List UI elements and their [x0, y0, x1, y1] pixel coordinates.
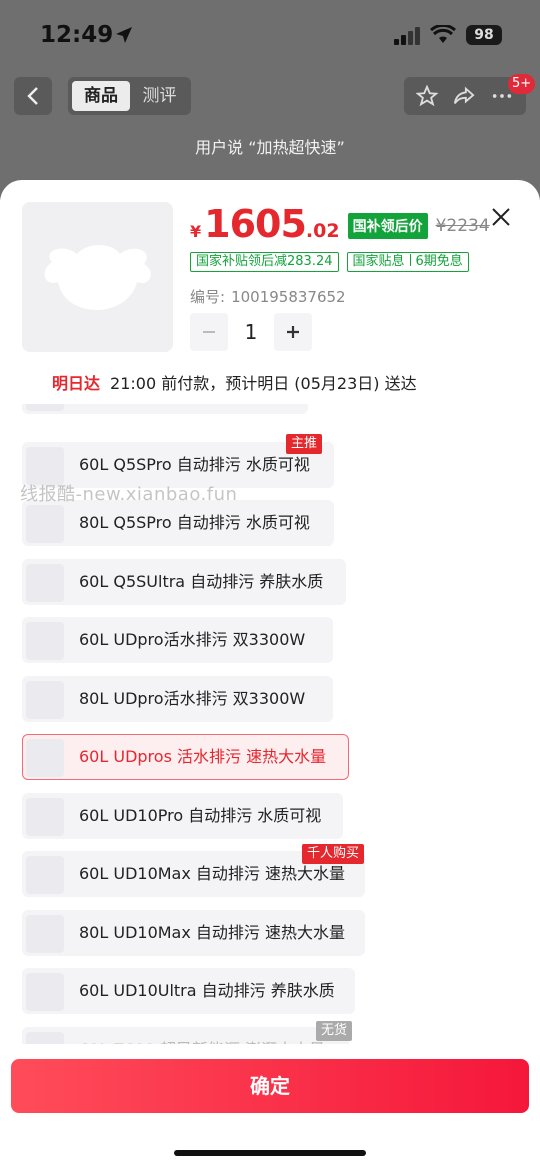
option-label: 60L UD10Pro 自动排污 水质可视: [79, 806, 322, 825]
tab-product[interactable]: 商品: [72, 81, 130, 111]
promo-interest-a: 国家贴息: [352, 254, 405, 269]
original-price: ¥2234: [435, 216, 490, 236]
price-integer: 1605: [204, 202, 307, 246]
back-button[interactable]: [14, 77, 52, 115]
tab-review[interactable]: 测评: [132, 81, 187, 111]
option-badge: 千人购买: [302, 844, 365, 864]
currency-symbol: ¥: [190, 222, 202, 241]
option-badge: 主推: [286, 434, 323, 454]
location-arrow-icon: [116, 27, 132, 43]
option-label: 80L UDpro活水排污 双3300W: [79, 689, 306, 708]
status-bar: 12:49 98: [0, 0, 540, 70]
plus-icon: [287, 326, 299, 338]
promo-interest-b: 6期免息: [415, 254, 463, 269]
option-thumbnail: [26, 505, 64, 543]
option-thumbnail: [26, 622, 64, 660]
sku-option[interactable]: 80L UDpro活水排污 双3300W: [22, 676, 333, 722]
sku-option[interactable]: 60L UD10Pro 自动排污 水质可视: [22, 793, 343, 839]
option-thumbnail: [26, 856, 64, 894]
product-thumbnail: [22, 202, 173, 352]
sku-label: 编号:: [190, 288, 226, 306]
sku-option[interactable]: 60L UD10Ultra 自动排污 养肤水质: [22, 968, 355, 1014]
sku-option[interactable]: 80L Q5SPro 自动排污 水质可视: [22, 500, 334, 546]
option-label: 60L UD10Ultra 自动排污 养肤水质: [79, 981, 335, 1000]
message-badge: 5+: [508, 74, 536, 94]
delivery-text: 21:00 前付款，预计明日 (05月23日) 送达: [110, 374, 417, 393]
sku-option[interactable]: 60L UDpro活水排污 双3300W: [22, 617, 333, 663]
option-thumbnail: [26, 681, 64, 719]
watermark-text: 线报酷-new.xianbao.fun: [20, 484, 238, 505]
next-day-tag: 明日达: [52, 374, 101, 393]
quantity-decrease-button[interactable]: [190, 313, 228, 351]
sku-option[interactable]: 80L UD10Max 自动排污 速热大水量: [22, 910, 365, 956]
sku-option-out-of-stock[interactable]: 60L Z600 超导新能源 澎湃大水量: [22, 1027, 349, 1044]
sku-option-partial[interactable]: [22, 404, 308, 414]
back-icon: [27, 87, 38, 105]
sku-option-selected[interactable]: 60L UDpros 活水排污 速热大水量: [22, 734, 349, 780]
delivery-info: 明日达 21:00 前付款，预计明日 (05月23日) 送达: [52, 370, 417, 394]
option-thumbnail: [26, 915, 64, 953]
promo-interest-tag: 国家贴息 6期免息: [346, 252, 469, 272]
nav-tabs: 商品 测评: [68, 77, 191, 115]
option-thumbnail: [26, 798, 64, 836]
confirm-button[interactable]: 确定: [11, 1059, 529, 1113]
sku-value: 100195837652: [231, 288, 346, 306]
option-thumbnail: [26, 1032, 64, 1044]
quantity-increase-button[interactable]: [274, 313, 312, 351]
quantity-value[interactable]: 1: [228, 320, 274, 344]
option-label: 60L UDpros 活水排污 速热大水量: [79, 747, 327, 766]
battery-indicator: 98: [466, 25, 502, 45]
sku-code: 编号: 100195837652: [190, 286, 346, 307]
sku-option[interactable]: 60L Q5SUltra 自动排污 养肤水质: [22, 559, 346, 605]
option-thumbnail: [26, 564, 64, 602]
close-icon[interactable]: [490, 206, 512, 228]
promo-subsidy-tag: 国家补贴领后减283.24: [190, 252, 339, 272]
sku-sheet: ¥ 1605 .02 国补领后价 ¥2234 国家补贴领后减283.24 国家贴…: [0, 180, 540, 1168]
option-thumbnail: [26, 404, 64, 411]
background-page: 12:49 98 商品 测评 5+ 用户说 “加热超快速”: [0, 0, 540, 200]
promo-tags: 国家补贴领后减283.24 国家贴息 6期免息: [190, 252, 469, 272]
wifi-icon: [430, 25, 456, 43]
home-indicator: [174, 1150, 366, 1156]
price-decimal: .02: [305, 220, 340, 242]
star-icon[interactable]: [416, 85, 438, 107]
share-icon[interactable]: [453, 85, 475, 107]
quantity-stepper: 1: [190, 313, 312, 351]
option-thumbnail: [26, 739, 64, 777]
option-label: 60L Z600 超导新能源 澎湃大水量: [79, 1028, 325, 1044]
subsidy-price-tag: 国补领后价: [347, 213, 428, 239]
product-image-placeholder: [44, 245, 151, 310]
option-badge: 无货: [316, 1021, 353, 1041]
option-label: 60L UDpro活水排污 双3300W: [79, 630, 306, 649]
minus-icon: [203, 331, 215, 333]
option-label: 60L Q5SUltra 自动排污 养肤水质: [79, 572, 324, 591]
status-time: 12:49: [40, 22, 114, 48]
signal-icon: [394, 27, 420, 45]
option-thumbnail: [26, 973, 64, 1011]
option-label: 80L UD10Max 自动排污 速热大水量: [79, 923, 346, 942]
option-label: 80L Q5SPro 自动排污 水质可视: [79, 513, 310, 532]
price-row: ¥ 1605 .02 国补领后价 ¥2234: [190, 202, 490, 246]
review-highlight-text: 用户说 “加热超快速”: [195, 138, 345, 157]
